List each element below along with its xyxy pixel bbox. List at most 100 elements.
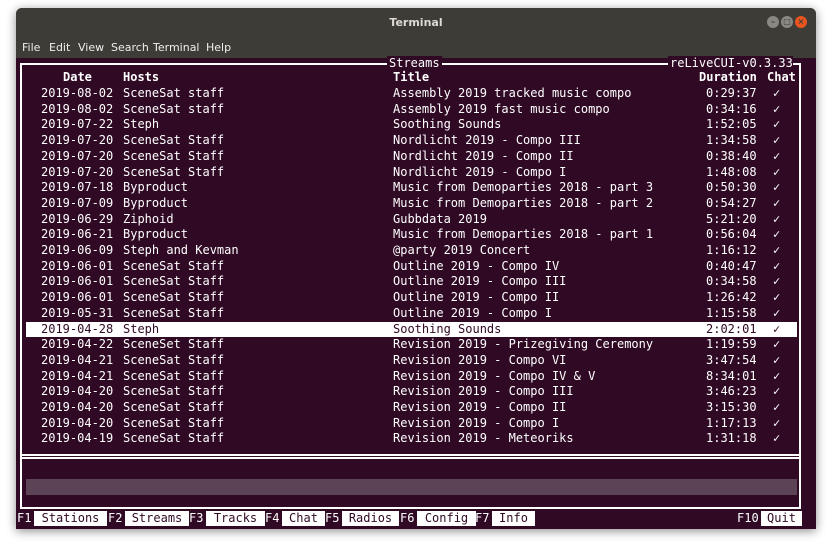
cell-duration: 0:34:58 — [706, 274, 757, 289]
table-row[interactable]: 2019-07-20 SceneSat Staff Nordlicht 2019 -… — [26, 149, 797, 165]
chat-available-icon: ✓ — [773, 180, 781, 195]
cell-date: 2019-04-20 — [41, 384, 114, 399]
title-bar[interactable]: Terminal – □ × — [16, 8, 816, 37]
cell-date: 2019-06-01 — [41, 274, 114, 289]
table-row[interactable]: 2019-07-22 Steph Soothing Sounds 1:52:05 ✓ — [26, 117, 797, 133]
cell-date: 2019-04-21 — [41, 352, 114, 367]
cell-hosts: SceneSat Staff — [123, 305, 225, 320]
menu-file[interactable]: File — [22, 37, 40, 58]
cell-hosts: SceneSat Staff — [123, 258, 225, 273]
cell-date: 2019-06-01 — [41, 290, 114, 305]
cell-duration: 0:40:47 — [706, 258, 757, 273]
cell-date: 2019-05-31 — [41, 305, 114, 320]
menu-edit[interactable]: Edit — [49, 37, 70, 58]
cell-duration: 0:54:27 — [706, 195, 757, 210]
column-header-date[interactable]: Date — [63, 70, 92, 85]
column-header-duration[interactable]: Duration — [699, 70, 757, 85]
cell-title: Soothing Sounds — [393, 117, 502, 132]
cell-hosts: SceneSat Staff — [123, 290, 225, 305]
cell-title: Assembly 2019 fast music compo — [393, 101, 610, 116]
table-row-selected[interactable]: 2019-04-28 Steph Soothing Sounds 2:02:01 ✓ — [26, 321, 797, 338]
chat-available-icon: ✓ — [773, 384, 781, 399]
fkey-f3-key: F3 — [189, 511, 204, 525]
table-row[interactable]: 2019-06-09 Steph and Kevman @party 2019 Co… — [26, 243, 797, 259]
chat-input[interactable] — [26, 479, 797, 495]
table-row[interactable]: 2019-06-01 SceneSat Staff Outline 2019 - C… — [26, 274, 797, 290]
table-row[interactable]: 2019-04-20 SceneSat Staff Revision 2019 - … — [26, 400, 797, 416]
chat-button[interactable]: Chat — [282, 511, 325, 526]
chat-available-icon: ✓ — [773, 211, 781, 226]
table-row[interactable]: 2019-04-20 SceneSat Staff Revision 2019 - … — [26, 416, 797, 432]
table-row[interactable]: 2019-07-09 Byproduct Music from Demopartie… — [26, 196, 797, 212]
menu-help[interactable]: Help — [206, 37, 231, 58]
cell-date: 2019-06-01 — [41, 258, 114, 273]
tracks-button[interactable]: Tracks — [206, 511, 265, 526]
menu-bar: File Edit View Search Terminal Help — [16, 37, 816, 58]
cell-hosts: SceneSat Staff — [123, 274, 225, 289]
table-row[interactable]: 2019-04-22 SceneSet Staff Revision 2019 - … — [26, 337, 797, 353]
version-label: reLiveCUI-v0.3.33 — [668, 56, 793, 70]
cell-duration: 0:38:40 — [706, 148, 757, 163]
table-row[interactable]: 2019-04-21 SceneSat Staff Revision 2019 - … — [26, 353, 797, 369]
cell-date: 2019-07-09 — [41, 195, 114, 210]
table-row[interactable]: 2019-07-18 Byproduct Music from Demopartie… — [26, 180, 797, 196]
table-row[interactable]: 2019-07-20 SceneSat Staff Nordlicht 2019 -… — [26, 165, 797, 181]
fkey-f1-key: F1 — [17, 511, 32, 525]
cell-duration: 0:50:30 — [706, 180, 757, 195]
info-button[interactable]: Info — [492, 511, 535, 526]
cell-title: Music from Demoparties 2018 - part 3 — [393, 180, 654, 195]
table-row[interactable]: 2019-04-19 SceneSat Staff Revision 2019 - … — [26, 431, 797, 447]
column-header-chat[interactable]: Chat — [767, 70, 796, 85]
table-row[interactable]: 2019-08-02 SceneSat staff Assembly 2019 tr… — [26, 86, 797, 102]
cell-hosts: Byproduct — [123, 227, 189, 242]
cell-date: 2019-04-28 — [41, 321, 114, 336]
minimize-icon[interactable]: – — [767, 16, 779, 28]
window-title: Terminal — [389, 16, 443, 29]
table-row[interactable]: 2019-08-02 SceneSat staff Assembly 2019 fa… — [26, 102, 797, 118]
fkey-f5-key: F5 — [325, 511, 340, 525]
table-row[interactable]: 2019-07-20 SceneSat Staff Nordlicht 2019 -… — [26, 133, 797, 149]
panel-title: Streams — [387, 56, 442, 70]
table-row[interactable]: 2019-06-01 SceneSat Staff Outline 2019 - C… — [26, 259, 797, 275]
cell-duration: 0:29:37 — [706, 86, 757, 100]
table-row[interactable]: 2019-06-21 Byproduct Music from Demopartie… — [26, 227, 797, 243]
cell-duration: 8:34:01 — [706, 368, 757, 383]
cell-hosts: SceneSat Staff — [123, 133, 225, 148]
cell-hosts: Steph — [123, 321, 160, 336]
menu-view[interactable]: View — [78, 37, 104, 58]
fkey-f4-key: F4 — [265, 511, 280, 525]
table-row[interactable]: 2019-06-29 Ziphoid Gubbdata 2019 5:21:20 ✓ — [26, 212, 797, 228]
cell-hosts: SceneSat Staff — [123, 384, 225, 399]
cell-title: Revision 2019 - Compo VI — [393, 352, 567, 367]
close-icon[interactable]: × — [795, 16, 807, 28]
table-row[interactable]: 2019-06-01 SceneSat Staff Outline 2019 - C… — [26, 290, 797, 306]
column-header-hosts[interactable]: Hosts — [123, 70, 159, 85]
cell-duration: 1:34:58 — [706, 133, 757, 148]
config-button[interactable]: Config — [417, 511, 476, 526]
cell-duration: 3:15:30 — [706, 400, 757, 414]
quit-button[interactable]: Quit — [761, 511, 802, 526]
streams-button[interactable]: Streams — [125, 511, 189, 526]
terminal-area[interactable]: Streams reLiveCUI-v0.3.33 Date Hosts Tit… — [16, 56, 816, 529]
cell-duration: 0:34:16 — [706, 101, 757, 116]
cell-hosts: SceneSat staff — [123, 101, 225, 116]
maximize-icon[interactable]: □ — [781, 16, 793, 28]
cell-date: 2019-08-02 — [41, 86, 114, 100]
table-row[interactable]: 2019-04-20 SceneSat Staff Revision 2019 - … — [26, 384, 797, 400]
menu-search[interactable]: Search — [111, 37, 149, 58]
radios-button[interactable]: Radios — [342, 511, 399, 526]
cell-hosts: SceneSat Staff — [123, 400, 225, 414]
cell-hosts: SceneSat Staff — [123, 352, 225, 367]
stations-button[interactable]: Stations — [34, 511, 107, 526]
cell-hosts: SceneSat Staff — [123, 164, 225, 179]
cell-title: Music from Demoparties 2018 - part 2 — [393, 195, 654, 210]
table-row[interactable]: 2019-04-21 SceneSat Staff Revision 2019 - … — [26, 369, 797, 385]
column-header-title[interactable]: Title — [393, 70, 429, 85]
chat-available-icon: ✓ — [773, 352, 781, 367]
table-row[interactable]: 2019-05-31 SceneSat Staff Outline 2019 - C… — [26, 306, 797, 322]
cell-hosts: Steph — [123, 117, 160, 132]
chat-available-icon: ✓ — [773, 164, 781, 179]
cell-title: Revision 2019 - Compo II — [393, 400, 567, 414]
terminal-window: Terminal – □ × File Edit View Search Ter… — [16, 8, 816, 529]
menu-terminal[interactable]: Terminal — [153, 37, 200, 58]
